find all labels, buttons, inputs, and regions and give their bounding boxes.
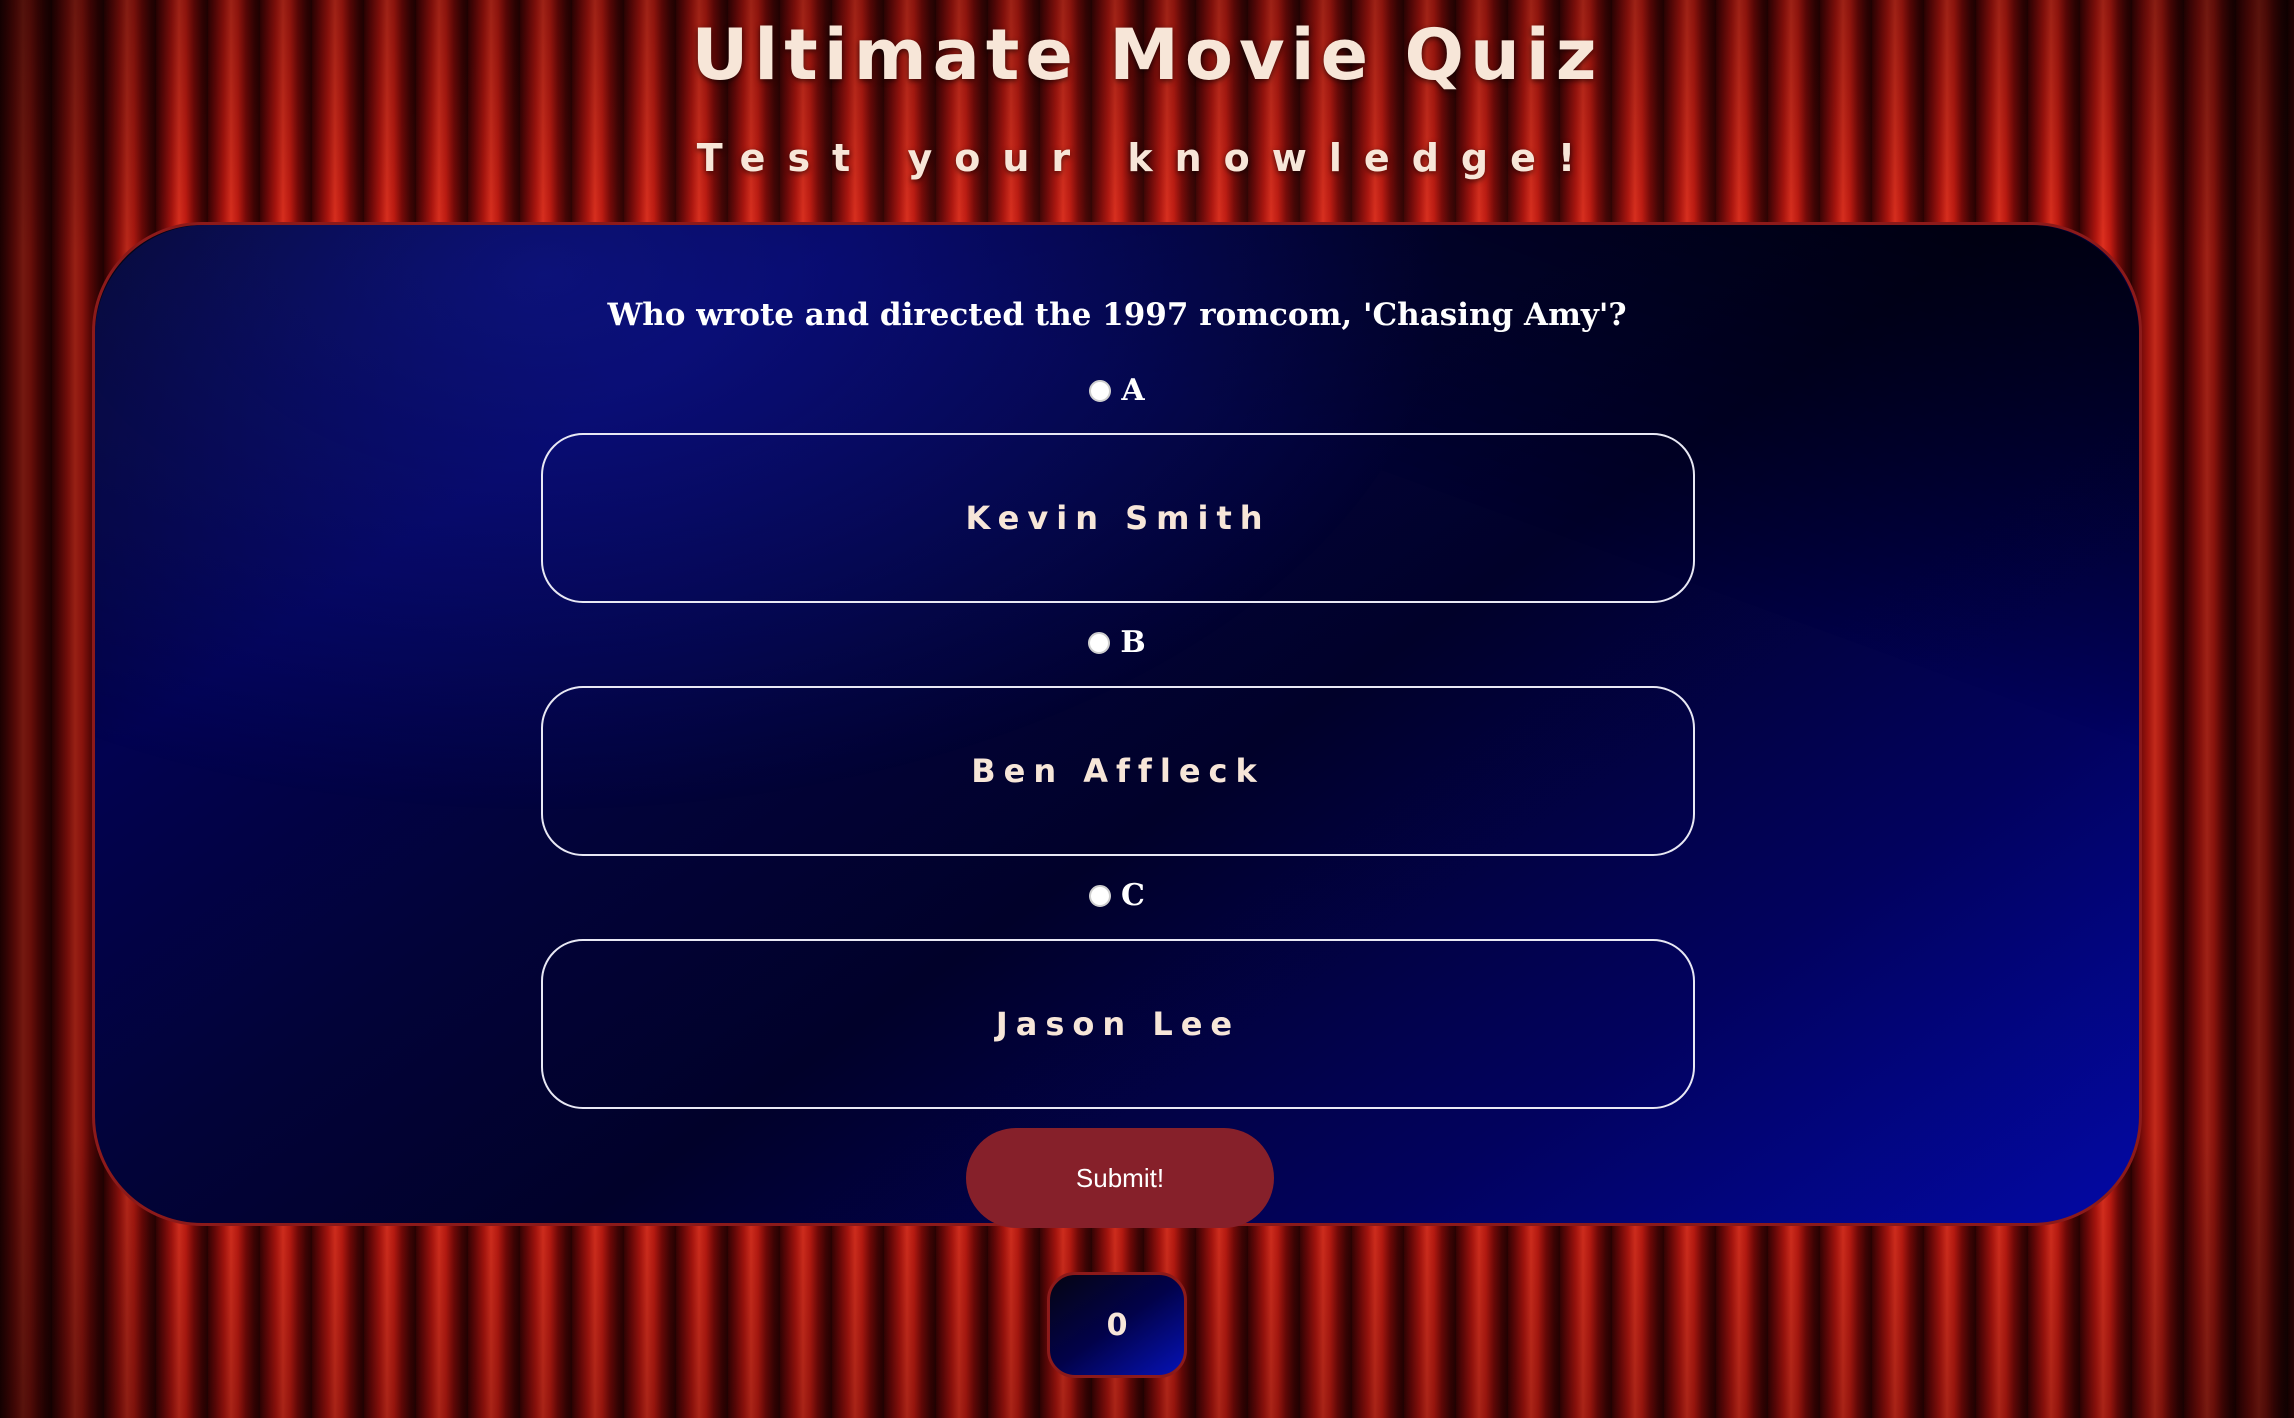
option-c-label[interactable]: C [95, 878, 2139, 913]
option-b-letter: B [1120, 625, 1146, 660]
option-a-radio[interactable] [1089, 380, 1112, 402]
answer-a-box[interactable]: Kevin Smith [541, 433, 1695, 603]
answer-c-box[interactable]: Jason Lee [541, 939, 1695, 1109]
quiz-panel: Who wrote and directed the 1997 romcom, … [92, 222, 2142, 1228]
option-c-letter: C [1121, 878, 1145, 913]
option-a-label[interactable]: A [95, 373, 2139, 408]
option-a-letter: A [1121, 373, 1145, 408]
score-display: 0 [1047, 1272, 1187, 1378]
answer-b-box[interactable]: Ben Affleck [541, 686, 1695, 856]
option-b-label[interactable]: B [95, 625, 2139, 660]
page-subtitle: Test your knowledge! [696, 136, 1598, 180]
page-title: Ultimate Movie Quiz [691, 14, 1603, 96]
submit-button[interactable]: Submit! [966, 1128, 1274, 1228]
question-text: Who wrote and directed the 1997 romcom, … [607, 297, 1627, 333]
option-b-radio[interactable] [1088, 632, 1111, 654]
option-c-radio[interactable] [1089, 885, 1112, 907]
